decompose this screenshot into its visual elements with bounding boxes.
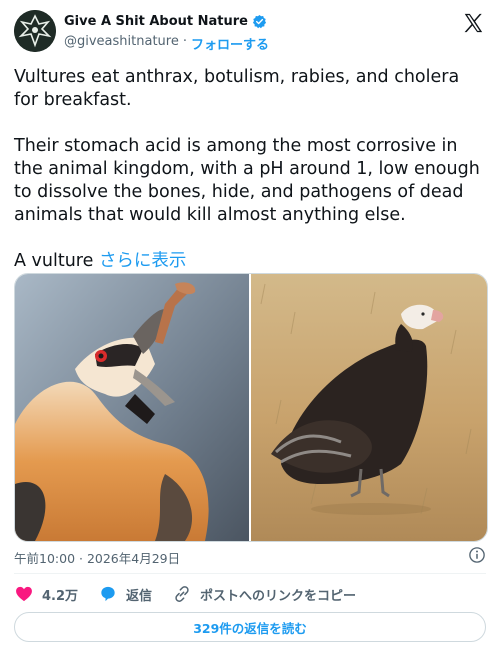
action-bar: 4.2万 返信 ポストへのリンクをコピー bbox=[14, 584, 376, 604]
like-count: 4.2万 bbox=[42, 588, 79, 604]
post-body: Vultures eat anthrax, botulism, rabies, … bbox=[14, 67, 480, 271]
verified-badge-icon bbox=[252, 14, 267, 29]
divider bbox=[14, 573, 486, 574]
post-header: Give A Shit About Nature @giveashitnatur… bbox=[14, 10, 486, 54]
author-name[interactable]: Give A Shit About Nature bbox=[64, 14, 248, 29]
copy-link-button[interactable]: ポストへのリンクをコピー bbox=[172, 584, 356, 604]
author-handle[interactable]: @giveashitnature bbox=[64, 34, 179, 53]
reply-label: 返信 bbox=[126, 588, 153, 604]
handle-row: @giveashitnature · フォローする bbox=[64, 34, 269, 53]
follow-button[interactable]: フォローする bbox=[191, 34, 269, 53]
white-headed-vulture-photo[interactable] bbox=[251, 274, 487, 541]
post-text: Vultures eat anthrax, botulism, rabies, … bbox=[14, 66, 484, 273]
copy-link-label: ポストへのリンクをコピー bbox=[200, 588, 357, 604]
media-grid bbox=[14, 273, 488, 542]
avatar[interactable] bbox=[14, 10, 56, 52]
bearded-vulture-photo[interactable] bbox=[15, 274, 249, 541]
read-replies-button[interactable]: 329件の返信を読む bbox=[14, 612, 486, 642]
x-logo-icon[interactable] bbox=[462, 12, 484, 34]
info-icon[interactable] bbox=[468, 546, 486, 564]
like-button[interactable]: 4.2万 bbox=[14, 584, 78, 604]
reply-bubble-icon bbox=[101, 586, 115, 602]
heart-icon bbox=[16, 586, 32, 602]
name-row: Give A Shit About Nature bbox=[64, 14, 267, 29]
separator-dot: · bbox=[182, 34, 187, 49]
reply-button[interactable]: 返信 bbox=[98, 584, 152, 604]
link-icon bbox=[175, 586, 189, 602]
post-timestamp[interactable]: 午前10:00 · 2026年4月29日 bbox=[14, 548, 180, 567]
show-more-link[interactable]: さらに表示 bbox=[99, 251, 187, 271]
